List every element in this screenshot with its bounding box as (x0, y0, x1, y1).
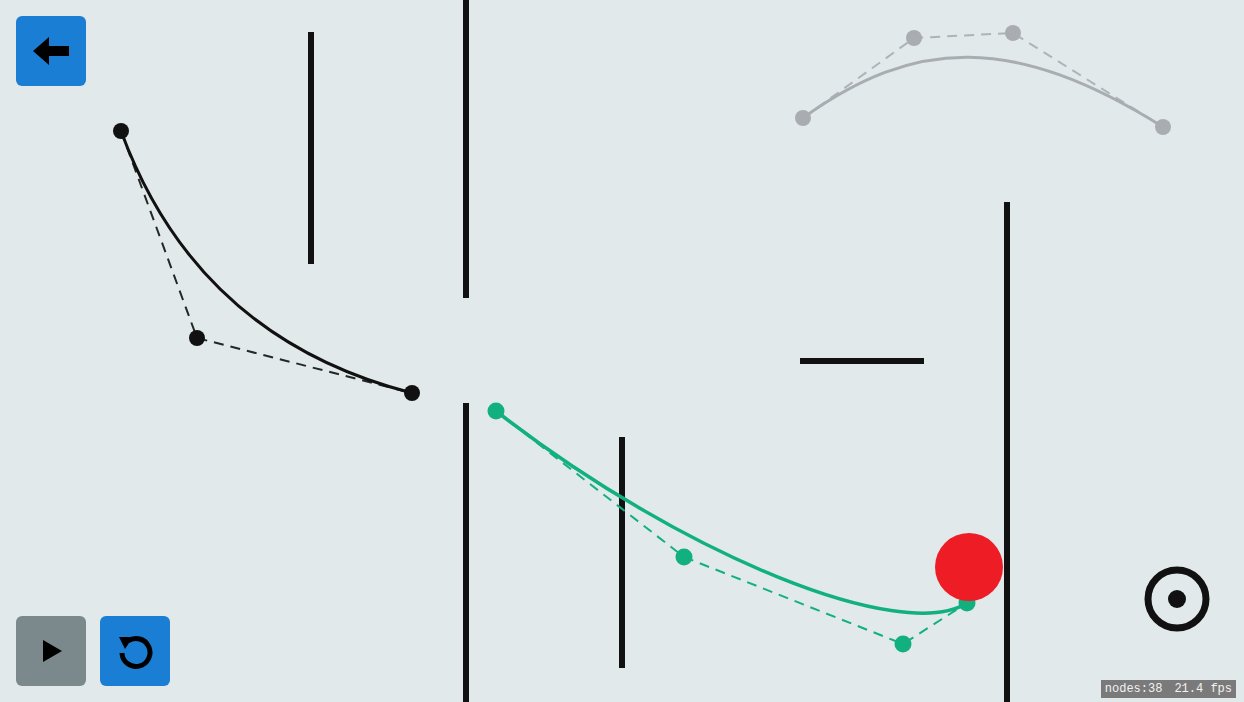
control-node[interactable] (1155, 119, 1171, 135)
reset-button[interactable] (100, 616, 170, 686)
ball (935, 533, 1003, 601)
reset-icon (113, 629, 157, 673)
wall (800, 358, 924, 364)
control-node[interactable] (1005, 25, 1021, 41)
control-node[interactable] (488, 403, 505, 420)
control-polygon (496, 411, 967, 644)
back-icon (29, 29, 73, 73)
play-button[interactable] (16, 616, 86, 686)
curve[interactable] (795, 25, 1171, 135)
control-node[interactable] (676, 549, 693, 566)
wall (619, 437, 625, 668)
control-node[interactable] (795, 110, 811, 126)
curve-path[interactable] (121, 131, 412, 393)
fps-reading: 21.4 fps (1174, 682, 1232, 696)
control-node[interactable] (189, 330, 205, 346)
curve[interactable] (113, 123, 420, 401)
target-icon (1148, 570, 1206, 628)
wall (308, 32, 314, 264)
control-node[interactable] (404, 385, 420, 401)
curve-path[interactable] (803, 57, 1163, 127)
wall (1004, 202, 1010, 702)
wall (463, 0, 469, 298)
control-node[interactable] (906, 30, 922, 46)
play-icon (31, 631, 71, 671)
stats-bar: nodes:38 21.4 fps (1101, 680, 1236, 698)
wall (463, 403, 469, 702)
curve-path[interactable] (496, 411, 967, 613)
control-node[interactable] (895, 636, 912, 653)
control-polygon (121, 131, 412, 393)
control-polygon (803, 33, 1163, 127)
control-node[interactable] (113, 123, 129, 139)
playfield[interactable] (0, 0, 1244, 702)
curve[interactable] (488, 403, 976, 653)
nodes-reading: nodes:38 (1105, 682, 1163, 696)
game-canvas[interactable]: nodes:38 21.4 fps (0, 0, 1244, 702)
back-button[interactable] (16, 16, 86, 86)
